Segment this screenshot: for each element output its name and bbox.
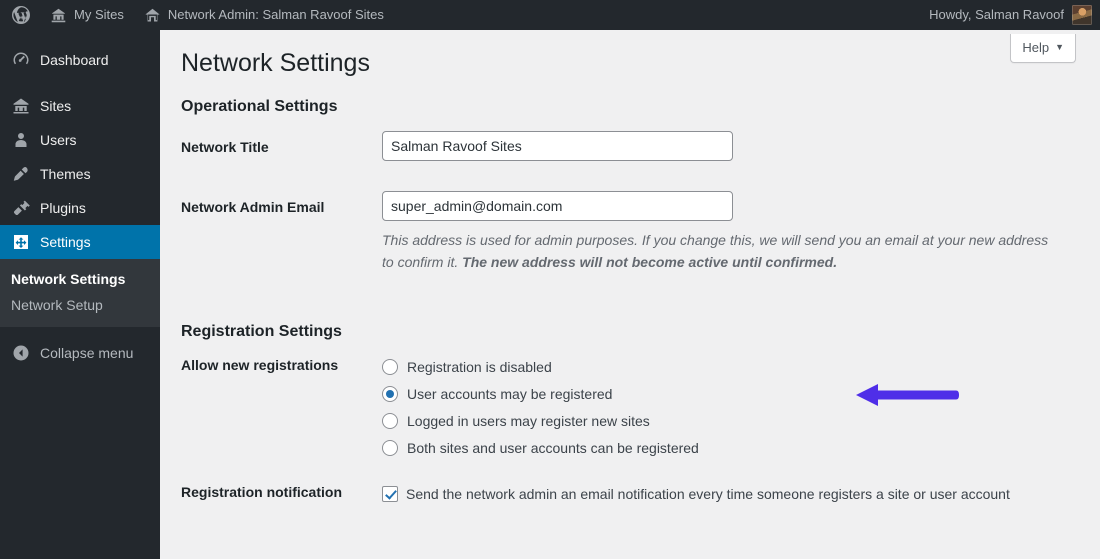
registration-notification-checkbox-row[interactable]: Send the network admin an email notifica… [382,486,1090,503]
table-row: Network Admin Email This address is used… [160,176,1100,288]
avatar [1072,5,1092,25]
sidebar-item-plugins[interactable]: Plugins [0,191,160,225]
radio-option-label: User accounts may be registered [407,386,613,403]
radio-option-logged-in-users[interactable]: Logged in users may register new sites [382,413,1090,430]
network-admin-email-label: Network Admin Email [181,199,325,215]
sidebar-item-plugins-label: Plugins [40,200,86,216]
network-admin-email-description: This address is used for admin purposes.… [382,230,1054,273]
sidebar-item-sites-label: Sites [40,98,72,114]
plugins-icon [13,200,30,216]
sites-icon [51,8,66,22]
sidebar-item-users-label: Users [40,132,77,148]
sidebar-item-users[interactable]: Users [0,123,160,157]
main-content: Help ▼ Network Settings Operational Sett… [160,30,1100,559]
annotation-arrow-icon [856,384,959,407]
network-title-input[interactable] [382,131,733,161]
admin-bar-network-admin[interactable]: Network Admin: Salman Ravoof Sites [134,0,394,30]
checkbox-icon-checked[interactable] [382,486,398,503]
sidebar-item-dashboard-label: Dashboard [40,52,109,68]
radio-option-both-sites-and-users[interactable]: Both sites and user accounts can be regi… [382,440,1090,457]
users-icon [15,133,27,147]
description-emphasis: The new address will not become active u… [462,253,838,270]
network-title-label: Network Title [181,139,269,155]
radio-option-user-accounts[interactable]: User accounts may be registered [382,384,1090,407]
collapse-menu-button[interactable]: Collapse menu [0,336,160,370]
radio-icon[interactable] [382,359,398,376]
admin-bar-my-sites-label: My Sites [74,7,124,22]
registration-notification-checkbox-label: Send the network admin an email notifica… [406,486,1010,503]
table-row: Allow new registrations Registration is … [160,341,1100,471]
registration-settings-table: Allow new registrations Registration is … [160,341,1100,520]
radio-icon-selected[interactable] [382,386,398,403]
wordpress-logo-icon [12,6,30,24]
section-title-registration: Registration Settings [181,323,342,341]
sidebar-item-sites[interactable]: Sites [0,89,160,123]
table-row: Network Title [160,116,1100,176]
admin-bar-account-area[interactable]: Howdy, Salman Ravoof [929,0,1100,30]
admin-bar: My Sites Network Admin: Salman Ravoof Si… [0,0,1100,30]
collapse-menu-label: Collapse menu [40,345,134,361]
admin-bar-network-admin-label: Network Admin: Salman Ravoof Sites [167,7,384,22]
radio-option-label: Both sites and user accounts can be regi… [407,440,699,457]
sidebar-item-dashboard[interactable]: Dashboard [0,43,160,77]
admin-bar-my-sites[interactable]: My Sites [40,0,134,30]
themes-icon [13,167,28,181]
sites-icon [13,98,29,114]
admin-bar-howdy-label: Howdy, Salman Ravoof [929,7,1064,22]
page-title: Network Settings [181,49,370,77]
network-title-cell [382,116,1100,176]
wordpress-network-admin-screen: My Sites Network Admin: Salman Ravoof Si… [0,0,1100,559]
registration-notification-cell: Send the network admin an email notifica… [382,471,1100,520]
network-admin-email-cell: This address is used for admin purposes.… [382,176,1100,288]
help-tab-label: Help [1022,40,1050,55]
settings-icon [14,235,28,249]
radio-icon[interactable] [382,413,398,430]
sidebar-item-themes-label: Themes [40,166,91,182]
wordpress-logo-button[interactable] [0,0,40,30]
sidebar-item-settings[interactable]: Settings [0,225,168,259]
sidebar-item-settings-label: Settings [40,234,91,250]
allow-new-registrations-label: Allow new registrations [181,357,339,374]
chevron-down-icon: ▼ [1055,42,1064,52]
operational-settings-table: Network Title Network Admin Email This a… [160,116,1100,288]
radio-option-registration-disabled[interactable]: Registration is disabled [382,359,1090,376]
collapse-arrow-icon [13,345,29,361]
sidebar-item-themes[interactable]: Themes [0,157,160,191]
allow-new-registrations-cell: Registration is disabled User accounts m… [382,341,1100,471]
sidebar-subitem-network-setup[interactable]: Network Setup [0,292,160,318]
allow-new-registrations-radio-group: Registration is disabled User accounts m… [382,356,1090,457]
help-tab-button[interactable]: Help ▼ [1010,34,1076,63]
admin-sidebar-menu: Dashboard Sites Users Themes Plugins Set… [0,30,168,559]
section-title-operational: Operational Settings [181,98,338,115]
dashboard-icon [13,52,29,65]
sidebar-submenu-settings: Network Settings Network Setup [0,259,160,327]
radio-icon[interactable] [382,440,398,457]
home-icon [145,8,160,21]
radio-option-label: Logged in users may register new sites [407,413,650,430]
table-row: Registration notification Send the netwo… [160,471,1100,520]
registration-notification-label: Registration notification [181,484,342,501]
sidebar-subitem-network-settings[interactable]: Network Settings [0,266,160,292]
network-admin-email-input[interactable] [382,191,733,221]
radio-option-label: Registration is disabled [407,359,552,376]
